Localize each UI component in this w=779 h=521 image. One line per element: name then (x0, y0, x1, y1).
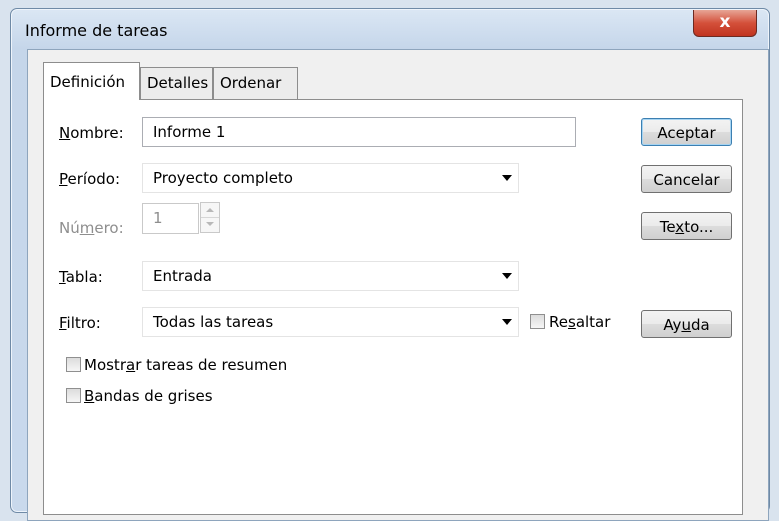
resaltar-checkbox[interactable] (530, 314, 545, 329)
window-title: Informe de tareas (25, 21, 168, 40)
ayuda-button[interactable]: Ayuda (641, 310, 732, 338)
nombre-label: Nombre: (59, 124, 124, 142)
periodo-value: Proyecto completo (153, 169, 293, 187)
texto-button[interactable]: Texto... (641, 212, 732, 240)
spin-up-button (201, 203, 219, 218)
bandas-grises-checkbox[interactable] (66, 388, 81, 403)
nombre-input[interactable]: Informe 1 (142, 117, 576, 147)
aceptar-label: Aceptar (657, 124, 716, 142)
tab-ordenar[interactable]: Ordenar (213, 67, 298, 99)
chevron-down-icon (206, 222, 214, 226)
tab-label: Detalles (147, 74, 209, 92)
bandas-grises-label[interactable]: Bandas de grises (84, 387, 213, 405)
tabla-select[interactable]: Entrada (142, 261, 519, 291)
dialog-client-area: Definición Detalles Ordenar Nombre: Info… (27, 49, 769, 521)
tabla-value: Entrada (153, 267, 212, 285)
numero-label: Número: (59, 219, 124, 237)
resaltar-label[interactable]: Resaltar (549, 313, 610, 331)
close-button[interactable]: x (693, 10, 757, 37)
close-icon: x (719, 12, 731, 32)
numero-input: 1 (142, 203, 199, 234)
numero-spinner (200, 202, 220, 233)
tab-detalles[interactable]: Detalles (140, 67, 213, 99)
tab-label: Ordenar (220, 74, 282, 92)
cancelar-label: Cancelar (653, 171, 720, 189)
chevron-down-icon (502, 273, 512, 279)
filtro-value: Todas las tareas (153, 313, 274, 331)
mostrar-resumen-checkbox[interactable] (66, 357, 81, 372)
periodo-select[interactable]: Proyecto completo (142, 163, 519, 193)
cancelar-button[interactable]: Cancelar (641, 165, 732, 193)
periodo-label: Período: (59, 170, 121, 188)
dialog-window: Informe de tareas x Definición Detalles … (10, 8, 770, 521)
tabla-label: Tabla: (59, 268, 103, 286)
mostrar-resumen-label[interactable]: Mostrar tareas de resumen (84, 356, 287, 374)
numero-value: 1 (153, 209, 163, 227)
filtro-label: Filtro: (59, 314, 101, 332)
chevron-down-icon (502, 175, 512, 181)
chevron-up-icon (206, 208, 214, 212)
spin-down-button (201, 218, 219, 232)
aceptar-button[interactable]: Aceptar (641, 118, 732, 146)
title-bar[interactable]: Informe de tareas x (11, 9, 769, 49)
nombre-value: Informe 1 (153, 123, 226, 141)
filtro-select[interactable]: Todas las tareas (142, 307, 519, 337)
tab-definicion[interactable]: Definición (43, 62, 140, 100)
tab-label: Definición (50, 73, 125, 91)
chevron-down-icon (502, 319, 512, 325)
